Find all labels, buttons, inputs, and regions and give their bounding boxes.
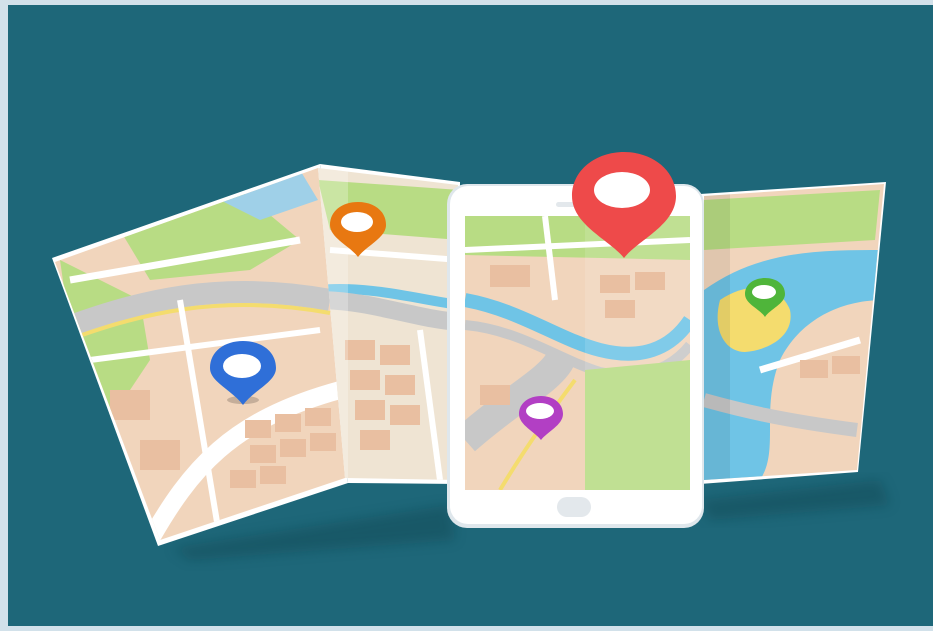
map-panel-left <box>52 164 348 546</box>
phone-screen <box>465 216 690 490</box>
map-panel-right <box>700 182 886 484</box>
smartphone <box>447 184 704 528</box>
illustration-canvas <box>8 5 933 626</box>
home-button <box>557 497 591 517</box>
map-illustration <box>52 152 890 560</box>
